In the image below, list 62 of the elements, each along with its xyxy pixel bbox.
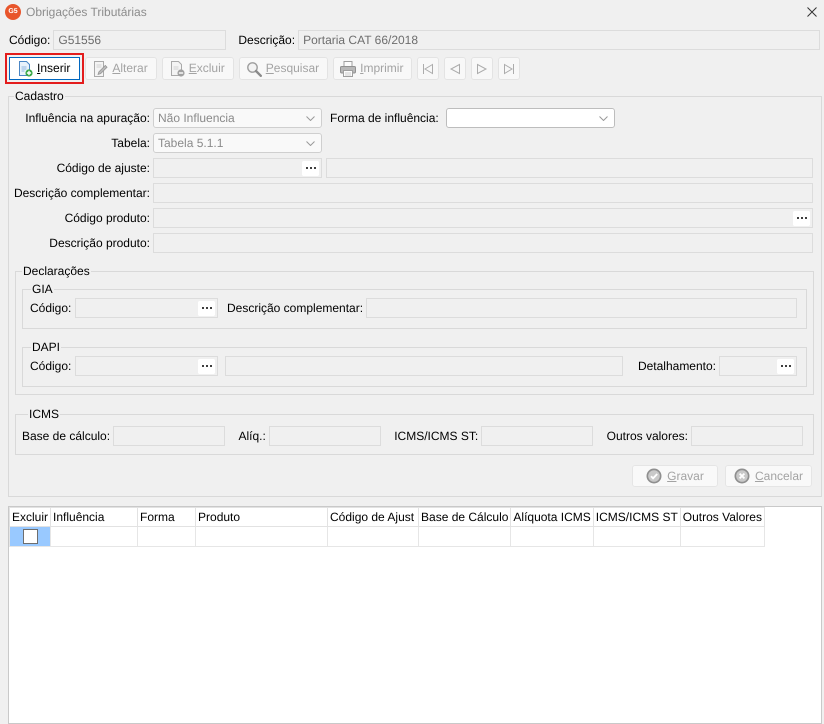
field-label: Descrição: — [238, 32, 296, 48]
column-header: Produto — [196, 508, 328, 526]
triangle-right-icon — [476, 62, 488, 74]
column-header: Outros Valores — [680, 508, 764, 526]
group-title: DAPI — [31, 340, 62, 354]
x-circle-icon — [734, 468, 750, 484]
column-header: Base de Cálculo — [418, 508, 511, 526]
field-label: Base de cálculo: — [22, 428, 110, 444]
triangle-left-icon — [449, 62, 462, 74]
group-title: Declarações — [22, 264, 91, 278]
browse-button[interactable] — [793, 210, 810, 226]
chevron-down-icon — [598, 116, 608, 120]
column-header: ICMS/ICMS ST — [593, 508, 680, 526]
checkbox[interactable] — [22, 529, 38, 544]
field-label: Descrição produto: — [48, 236, 150, 250]
skip-back-icon — [422, 62, 434, 74]
group-title: Cadastro — [14, 89, 65, 103]
field-label: Descrição complementar: — [12, 186, 150, 200]
field-label: Forma de influência: — [330, 110, 439, 126]
adjustment-code-field[interactable] — [153, 158, 322, 178]
field-label: Tabela: — [110, 136, 150, 150]
skip-forward-icon — [503, 62, 516, 74]
column-header: Código de Ajust — [328, 508, 419, 526]
browse-button[interactable] — [302, 160, 319, 176]
insert-button[interactable]: Inserir — [5, 53, 84, 84]
browse-button[interactable] — [777, 358, 794, 374]
field-label: Detalhamento: — [638, 358, 716, 374]
field-label: Descrição complementar: — [227, 300, 364, 316]
printer-icon — [340, 60, 356, 76]
field-label: Código: — [9, 32, 50, 48]
search-icon — [246, 60, 262, 76]
field-label: Alíq.: — [238, 428, 266, 444]
field-label: ICMS/ICMS ST: — [394, 428, 478, 444]
browse-button[interactable] — [198, 300, 215, 316]
dapi-code-field[interactable] — [75, 356, 218, 376]
close-icon[interactable] — [807, 7, 817, 17]
product-code-field[interactable] — [153, 208, 813, 228]
influence-form-dropdown[interactable] — [446, 108, 615, 128]
group-title: ICMS — [28, 407, 60, 421]
field-label: Código de ajuste: — [56, 160, 150, 176]
field-label: Código: — [30, 300, 72, 316]
document-pencil-icon — [92, 60, 108, 76]
document-plus-icon — [17, 60, 33, 76]
check-circle-icon — [646, 468, 662, 484]
detail-field[interactable] — [719, 356, 797, 376]
document-minus-icon — [168, 60, 185, 76]
field-label: Código produto: — [64, 210, 150, 226]
gia-code-field[interactable] — [75, 298, 218, 318]
group-title: GIA — [31, 282, 54, 296]
description-field[interactable]: Portaria CAT 66/2018 — [298, 30, 820, 50]
code-field[interactable]: G51556 — [53, 30, 226, 50]
window-title: Obrigações Tributárias — [26, 4, 147, 20]
column-header: Influência — [50, 508, 138, 526]
chevron-down-icon — [306, 140, 315, 146]
browse-button[interactable] — [198, 358, 215, 374]
field-label: Outros valores: — [606, 428, 688, 444]
column-header: Excluir — [10, 508, 51, 526]
column-header: Forma — [138, 508, 196, 526]
field-label: Influência na apuração: — [24, 110, 150, 126]
field-label: Código: — [30, 358, 72, 374]
chevron-down-icon — [306, 116, 315, 120]
column-header: Alíquota ICMS — [510, 508, 594, 526]
